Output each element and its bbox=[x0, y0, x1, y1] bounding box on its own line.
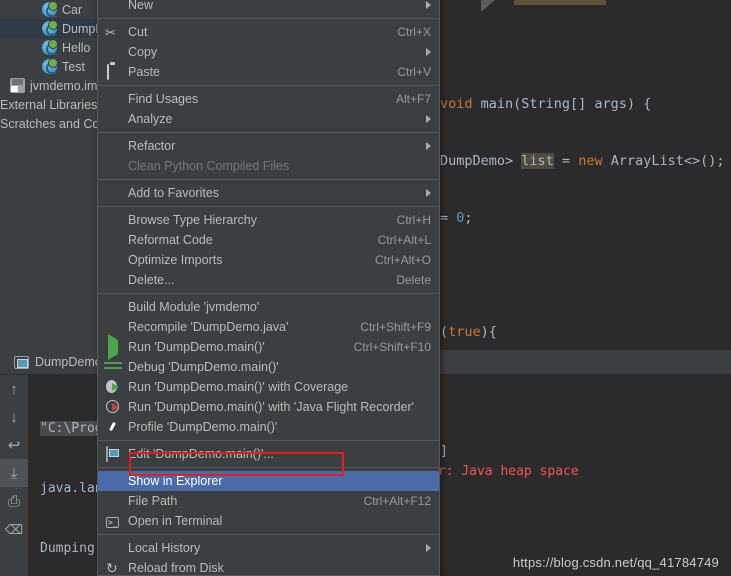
tree-item-label: Scratches and Co bbox=[0, 116, 100, 131]
menu-item-delete[interactable]: Delete... Delete bbox=[98, 270, 439, 290]
menu-accel: Delete bbox=[396, 273, 431, 287]
menu-separator bbox=[98, 179, 439, 180]
edit-config-icon bbox=[106, 446, 108, 462]
menu-separator bbox=[98, 132, 439, 133]
menu-item-clean-python-compiled-files: Clean Python Compiled Files bbox=[128, 159, 290, 173]
menu-item-run-with-coverage[interactable]: Run 'DumpDemo.main()' with Coverage bbox=[98, 377, 439, 397]
up-arrow-icon[interactable]: ↑ bbox=[0, 375, 28, 403]
tree-item-label: jvmdemo.iml bbox=[30, 78, 101, 93]
tree-item-label: External Libraries bbox=[0, 97, 98, 112]
java-class-icon bbox=[42, 58, 58, 74]
print-icon[interactable]: ⎙ bbox=[0, 487, 28, 515]
code-line: void main(String[] args) { bbox=[440, 96, 652, 112]
menu-accel: Ctrl+Alt+O bbox=[374, 253, 431, 267]
menu-accel: Ctrl+Shift+F10 bbox=[353, 340, 431, 354]
menu-separator bbox=[98, 467, 439, 468]
menu-separator bbox=[98, 440, 439, 441]
menu-item-show-in-explorer[interactable]: Show in Explorer bbox=[98, 471, 439, 491]
java-class-icon bbox=[42, 20, 58, 36]
menu-separator bbox=[98, 293, 439, 294]
down-arrow-icon[interactable]: ↓ bbox=[0, 403, 28, 431]
menu-item-find-usages[interactable]: Find Usages Alt+F7 bbox=[98, 89, 439, 109]
menu-item-paste[interactable]: Paste Ctrl+V bbox=[98, 62, 439, 82]
reload-icon: ↻ bbox=[106, 560, 118, 576]
console-tab-dumpdemo[interactable]: DumpDemo bbox=[0, 350, 112, 375]
menu-item-build-module[interactable]: Build Module 'jvmdemo' bbox=[98, 297, 439, 317]
menu-accel: Ctrl+V bbox=[397, 65, 431, 79]
paste-icon bbox=[107, 64, 109, 80]
soft-wrap-icon[interactable]: ↩ bbox=[0, 431, 28, 459]
tree-item-label: Test bbox=[62, 59, 85, 74]
menu-item-open-in-terminal[interactable]: >_ Open in Terminal bbox=[98, 511, 439, 531]
submenu-arrow-icon bbox=[426, 115, 431, 123]
code-line: = 0; bbox=[440, 210, 473, 226]
console-fragment-error: or: Java heap space bbox=[430, 464, 579, 479]
submenu-arrow-icon bbox=[426, 189, 431, 197]
watermark-text: https://blog.csdn.net/qq_41784749 bbox=[512, 555, 719, 570]
code-line: (true){ bbox=[440, 324, 497, 340]
cut-icon: ✂ bbox=[105, 25, 116, 40]
module-file-icon bbox=[10, 78, 25, 93]
console-fragment-bracket: ] bbox=[440, 444, 448, 459]
menu-accel: Ctrl+Alt+F12 bbox=[363, 494, 431, 508]
menu-item-local-history[interactable]: Local History bbox=[98, 538, 439, 558]
java-class-icon bbox=[42, 39, 58, 55]
menu-item-new[interactable]: New bbox=[98, 0, 439, 15]
menu-item-file-path[interactable]: File Path Ctrl+Alt+F12 bbox=[98, 491, 439, 511]
run-configuration-icon bbox=[14, 355, 29, 369]
menu-item-browse-type-hierarchy[interactable]: Browse Type Hierarchy Ctrl+H bbox=[98, 210, 439, 230]
menu-accel: Alt+F7 bbox=[395, 92, 431, 106]
menu-item-analyze[interactable]: Analyze bbox=[98, 109, 439, 129]
menu-item-run-with-java-flight-recorder[interactable]: Run 'DumpDemo.main()' with 'Java Flight … bbox=[98, 397, 439, 417]
menu-item-optimize-imports[interactable]: Optimize Imports Ctrl+Alt+O bbox=[98, 250, 439, 270]
menu-item-refactor[interactable]: Refactor bbox=[98, 136, 439, 156]
submenu-arrow-icon bbox=[426, 48, 431, 56]
console-toolbar: ↑ ↓ ↩ ⤓ ⎙ ⌫ bbox=[0, 375, 28, 576]
menu-item-reformat-code[interactable]: Reformat Code Ctrl+Alt+L bbox=[98, 230, 439, 250]
menu-item-debug[interactable]: Debug 'DumpDemo.main()' bbox=[98, 357, 439, 377]
menu-item-profile[interactable]: Profile 'DumpDemo.main()' bbox=[98, 417, 439, 437]
menu-item-recompile[interactable]: Recompile 'DumpDemo.java' Ctrl+Shift+F9 bbox=[98, 317, 439, 337]
menu-item-cut[interactable]: ✂ Cut Ctrl+X bbox=[98, 22, 439, 42]
submenu-arrow-icon bbox=[426, 1, 431, 9]
menu-separator bbox=[98, 534, 439, 535]
menu-item-copy[interactable]: Copy bbox=[98, 42, 439, 62]
menu-accel: Ctrl+Alt+L bbox=[377, 233, 431, 247]
submenu-arrow-icon bbox=[426, 544, 431, 552]
menu-item-edit-configuration[interactable]: Edit 'DumpDemo.main()'... bbox=[98, 444, 439, 464]
context-menu[interactable]: New ✂ Cut Ctrl+X Copy Paste Ctrl+V Find … bbox=[97, 0, 440, 576]
code-line: DumpDemo> list = new ArrayList<>(); bbox=[440, 153, 725, 169]
menu-separator bbox=[98, 85, 439, 86]
ide-window: Car DumpDemo Hello Test jvmdemo.iml Exte… bbox=[0, 0, 731, 576]
tree-item-label: Hello bbox=[62, 40, 91, 55]
menu-item-reload-from-disk[interactable]: ↻ Reload from Disk bbox=[98, 558, 439, 576]
menu-accel: Ctrl+Shift+F9 bbox=[360, 320, 431, 334]
trash-icon[interactable]: ⌫ bbox=[0, 515, 28, 543]
menu-accel: Ctrl+X bbox=[397, 25, 431, 39]
code-text-area[interactable]: void main(String[] args) { DumpDemo> lis… bbox=[438, 0, 731, 350]
terminal-icon: >_ bbox=[106, 517, 119, 528]
menu-item-run[interactable]: Run 'DumpDemo.main()' Ctrl+Shift+F10 bbox=[98, 334, 439, 360]
java-class-icon bbox=[42, 1, 58, 17]
console-tab-label: DumpDemo bbox=[35, 355, 102, 369]
submenu-arrow-icon bbox=[426, 142, 431, 150]
export-icon[interactable]: ⤓ bbox=[0, 459, 28, 487]
menu-separator bbox=[98, 206, 439, 207]
tree-item-label: Car bbox=[62, 2, 83, 17]
menu-separator bbox=[98, 18, 439, 19]
menu-item-add-to-favorites[interactable]: Add to Favorites bbox=[98, 183, 439, 203]
menu-accel: Ctrl+H bbox=[396, 213, 431, 227]
